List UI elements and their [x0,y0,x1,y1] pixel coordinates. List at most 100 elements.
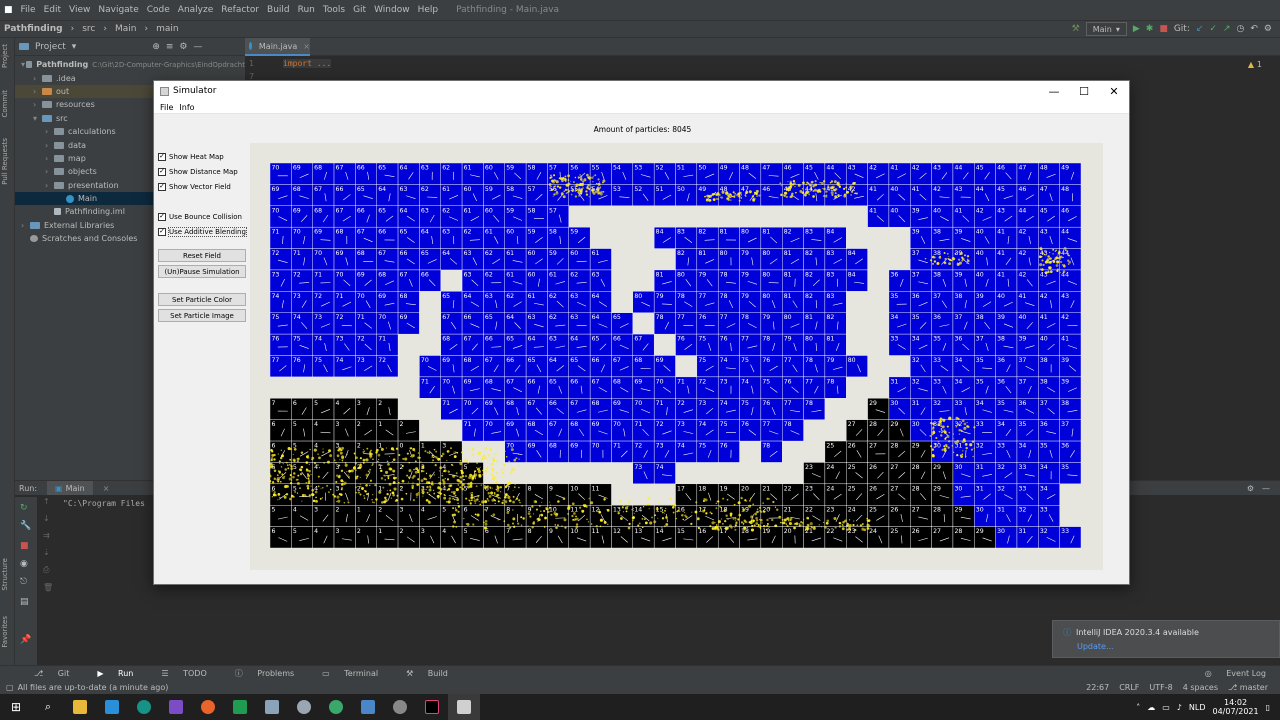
indent-setting[interactable]: 4 spaces [1183,683,1218,692]
wrench-icon[interactable]: 🔧 [20,521,31,531]
stop-icon[interactable]: ■ [20,541,29,551]
reset-field-button[interactable]: Reset Field [158,249,246,262]
menu-view[interactable]: View [65,5,94,15]
caret-position[interactable]: 22:67 [1086,683,1109,692]
chevron-right-icon[interactable]: › [33,74,42,83]
minimize-icon[interactable]: — [1262,484,1270,493]
pause-simulation-button[interactable]: (Un)Pause Simulation [158,265,246,278]
intellij-icon[interactable] [416,694,448,720]
tool-tab-run[interactable]: ▶ Run [85,669,145,678]
simulation-field[interactable]: 70 69 68 67 66 65 64 63 62 61 60 59 58 57 56 55 54 53 52 51… [270,163,1081,548]
language-indicator[interactable]: NLD [1189,703,1206,712]
close-icon[interactable]: × [103,484,110,493]
print-icon[interactable]: ⎙ [43,565,53,575]
stop-icon[interactable]: ■ [1159,24,1168,34]
commit-tool-tab[interactable]: Commit [1,90,9,118]
update-link[interactable]: Update... [1063,638,1269,651]
excel-icon[interactable] [224,694,256,720]
gear-icon[interactable]: ⚙ [1247,484,1254,493]
tool-tab-terminal[interactable]: ▭ Terminal [310,669,390,678]
tree-item[interactable]: ▾ Pathfinding C:\Git\2D-Computer-Graphics\… [15,58,245,71]
cloud-icon[interactable]: ☁ [1147,703,1155,712]
gear-icon[interactable]: ⚙ [179,42,187,52]
structure-tool-tab[interactable]: Structure [1,558,9,591]
windows-start-icon[interactable]: ⊞ [0,694,32,720]
pin-icon[interactable]: 📌 [20,635,31,645]
scroll-end-icon[interactable]: ⇣ [43,548,53,557]
menu-analyze[interactable]: Analyze [174,5,217,15]
chevron-right-icon[interactable]: › [45,141,54,150]
run-config-select[interactable]: Main ▾ [1085,22,1127,36]
app-icon[interactable] [320,694,352,720]
menu-refactor[interactable]: Refactor [217,5,263,15]
git-commit-icon[interactable]: ✓ [1209,24,1217,34]
tool-tab-problems[interactable]: ⓘ Problems [223,668,306,679]
breadcrumb-project[interactable]: Pathfinding [0,24,67,34]
tab-main-java[interactable]: Main.java × [245,38,310,56]
file-encoding[interactable]: UTF-8 [1149,683,1172,692]
simulator-titlebar[interactable]: Simulator — ☐ ✕ [154,81,1129,101]
sim-menu-info[interactable]: Info [176,103,197,112]
menu-build[interactable]: Build [263,5,294,15]
set-particle-color-button[interactable]: Set Particle Color [158,293,246,306]
use-additive-blending-checkbox[interactable]: ✓ Use Additive Blending [158,224,247,239]
search-icon[interactable]: ⌕ [32,694,64,720]
network-icon[interactable]: ▭ [1162,703,1170,712]
vscode-icon[interactable] [96,694,128,720]
build-hammer-icon[interactable]: ⚒ [1072,24,1080,34]
trash-icon[interactable]: 🗑 [43,583,53,592]
project-tool-tab[interactable]: Project [1,44,9,68]
soft-wrap-icon[interactable]: ⇉ [43,531,53,540]
chevron-right-icon[interactable]: › [45,127,54,136]
camera-icon[interactable]: ◉ [20,559,28,569]
pull-requests-tool-tab[interactable]: Pull Requests [1,138,9,185]
menu-edit[interactable]: Edit [40,5,65,15]
close-icon[interactable]: × [303,42,310,51]
close-icon[interactable]: ✕ [1099,81,1129,101]
app-icon[interactable] [352,694,384,720]
line-separator[interactable]: CRLF [1119,683,1139,692]
chevron-right-icon[interactable]: › [45,181,54,190]
favorites-tool-tab[interactable]: Favorites [1,616,9,648]
chevron-right-icon[interactable]: › [45,167,54,176]
show-heat-map-checkbox[interactable]: ✓ Show Heat Map [158,149,246,164]
git-push-icon[interactable]: ↗ [1223,24,1231,34]
run-icon[interactable]: ▶ [1133,24,1140,34]
debug-icon[interactable]: ✱ [1146,24,1154,34]
file-explorer-icon[interactable] [64,694,96,720]
breadcrumb-method[interactable]: main [152,24,183,34]
menu-code[interactable]: Code [143,5,174,15]
chevron-right-icon[interactable]: › [45,154,54,163]
collapse-icon[interactable]: ≡ [166,42,174,52]
event-log-tab[interactable]: ◎ Event Log [1193,669,1280,678]
layout-icon[interactable]: ▤ [20,597,29,607]
warning-icon[interactable]: ▲ [1248,60,1254,69]
notification-center-icon[interactable]: ▯ [1266,703,1270,712]
settings-icon[interactable]: ⚙ [1264,24,1272,34]
use-bounce-collision-checkbox[interactable]: ✓ Use Bounce Collision [158,209,246,224]
app-icon[interactable] [384,694,416,720]
project-panel-title[interactable]: Project [35,42,66,52]
down-arrow-icon[interactable]: ↓ [43,514,53,523]
locate-icon[interactable]: ⊕ [152,42,160,52]
tool-tab-build[interactable]: ⚒ Build [394,669,460,678]
minimize-icon[interactable]: — [194,42,203,52]
show-vector-field-checkbox[interactable]: ✓ Show Vector Field [158,179,246,194]
breadcrumb-main[interactable]: Main [111,24,141,34]
exit-icon[interactable]: ⎋ [20,577,27,587]
breadcrumb-src[interactable]: src [78,24,99,34]
history-icon[interactable]: ◷ [1237,24,1245,34]
show-distance-map-checkbox[interactable]: ✓ Show Distance Map [158,164,246,179]
git-update-icon[interactable]: ↙ [1196,24,1204,34]
menu-navigate[interactable]: Navigate [94,5,142,15]
clock[interactable]: 14:02 04/07/2021 [1212,698,1258,716]
chevron-right-icon[interactable]: › [33,100,42,109]
volume-icon[interactable]: ♪ [1177,703,1182,712]
chevron-right-icon[interactable]: › [21,221,30,230]
menu-file[interactable]: File [17,5,40,15]
up-arrow-icon[interactable]: ↑ [43,497,53,506]
minimize-icon[interactable]: — [1039,81,1069,101]
menu-tools[interactable]: Tools [319,5,349,15]
tool-tab-todo[interactable]: ☰ TODO [149,669,218,678]
run-tab[interactable]: ▣ Main [47,481,93,495]
